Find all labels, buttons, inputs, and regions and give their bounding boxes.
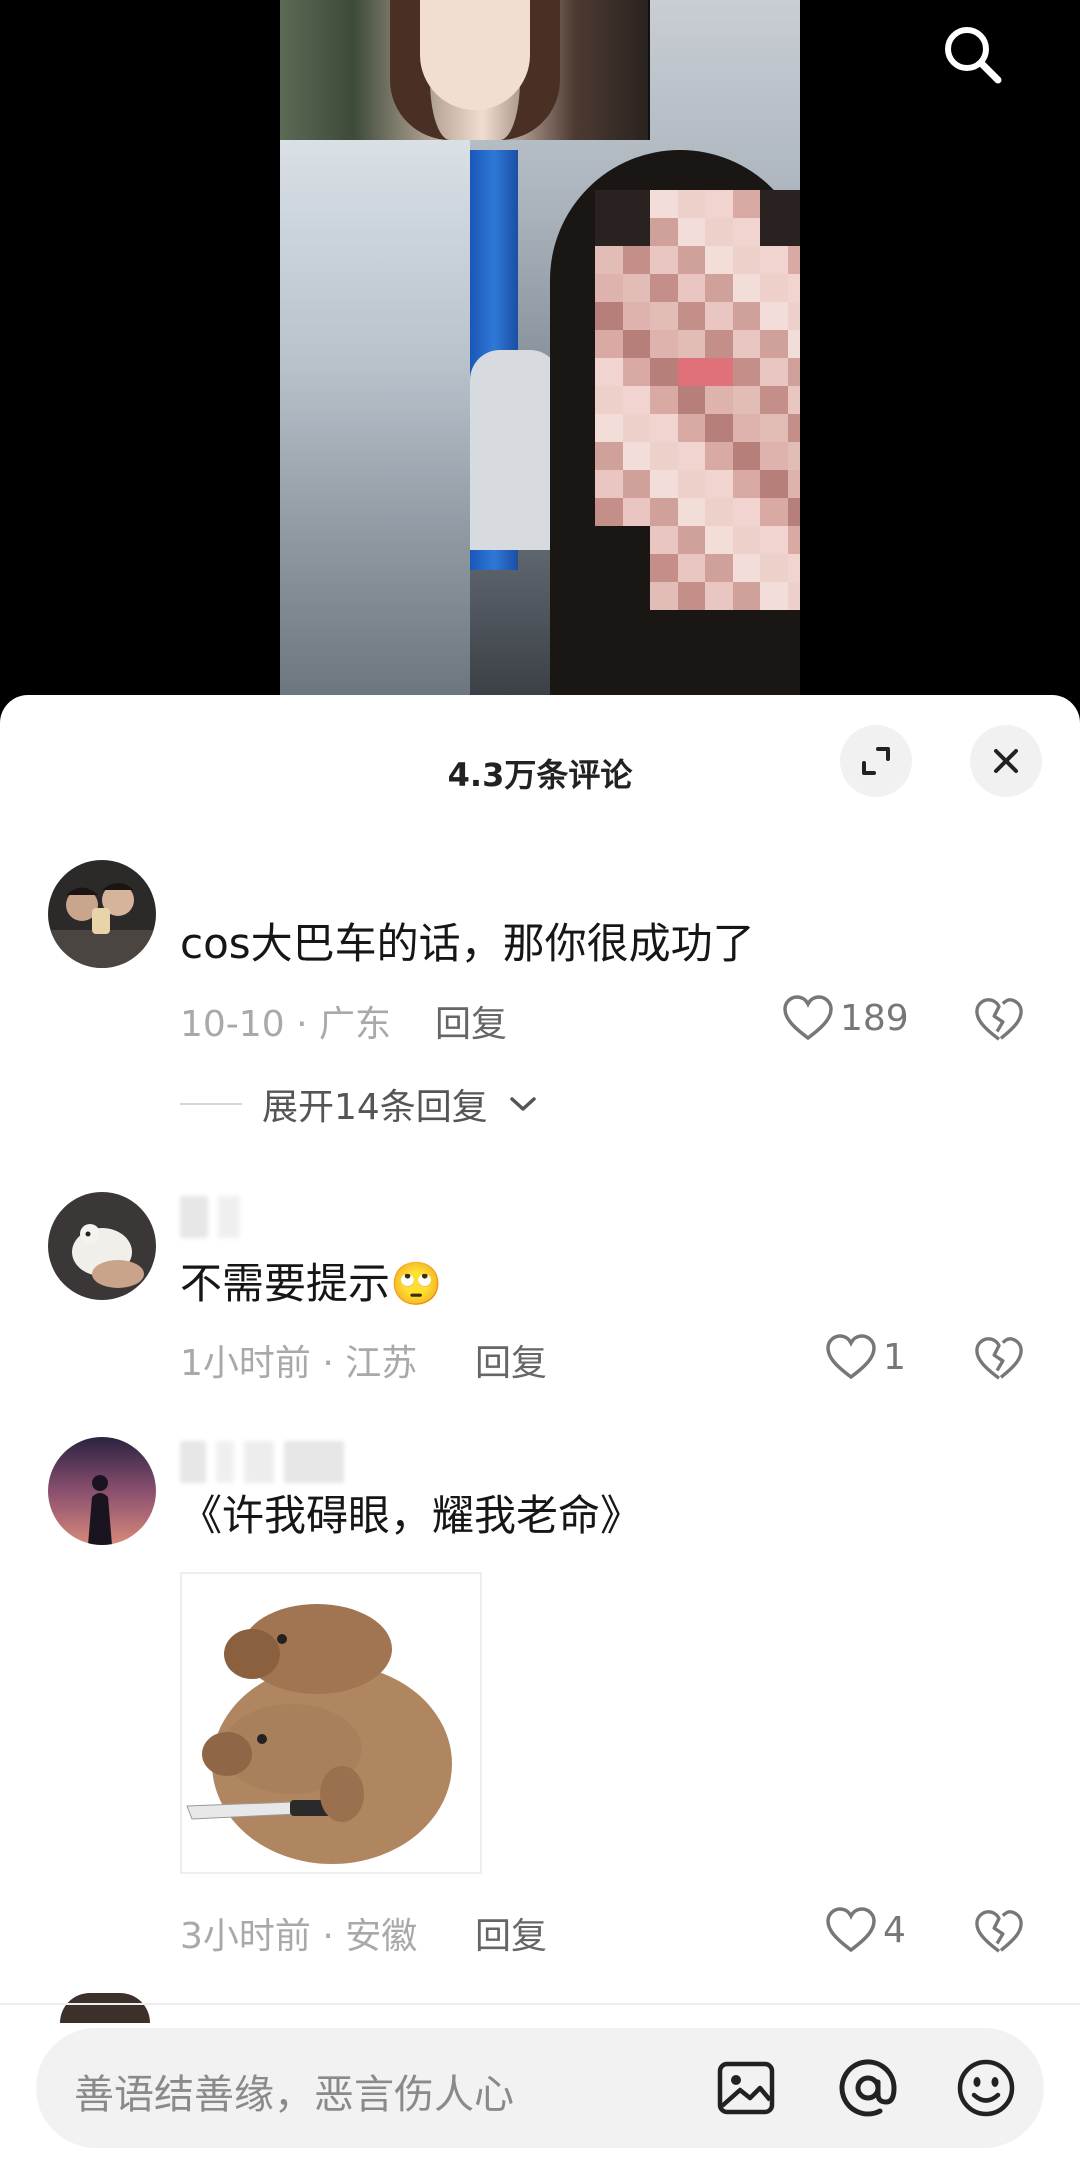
video-bus-window xyxy=(280,140,470,700)
image-icon[interactable] xyxy=(714,2056,778,2120)
like-button[interactable]: 189 xyxy=(782,993,909,1043)
like-button[interactable]: 1 xyxy=(825,1332,906,1382)
close-icon xyxy=(994,749,1018,773)
comment-meta: 1小时前 · 江苏 xyxy=(180,1343,418,1384)
comments-sheet: 4.3万条评论 cos大巴车的话，那你很成功了 10-10 · 广东 回复 18… xyxy=(0,695,1080,2180)
video-frame xyxy=(280,0,800,700)
reply-button[interactable]: 回复 xyxy=(435,995,507,1047)
heart-icon xyxy=(826,1907,876,1953)
broken-heart-icon[interactable] xyxy=(974,1907,1024,1957)
comment-date: 10-10 xyxy=(180,1004,285,1045)
comment-input-placeholder[interactable]: 善语结善缘，恶言伤人心 xyxy=(74,2062,514,2120)
video-player[interactable] xyxy=(0,0,1080,700)
comment-location: 江苏 xyxy=(345,1343,418,1384)
comment-text: 《许我碍眼，耀我老命》 xyxy=(180,1491,643,1540)
comment-location: 安徽 xyxy=(345,1916,418,1957)
like-count: 1 xyxy=(883,1336,906,1378)
expand-icon xyxy=(862,747,890,775)
video-pip-overlay xyxy=(280,0,650,140)
expand-replies-label: 展开14条回复 xyxy=(262,1087,488,1128)
username-blurred xyxy=(180,1437,344,1487)
like-button[interactable]: 4 xyxy=(825,1905,906,1955)
chevron-down-icon xyxy=(510,1097,536,1111)
username-blurred xyxy=(180,1192,240,1242)
search-icon[interactable] xyxy=(940,22,1004,86)
video-seat xyxy=(470,350,560,550)
like-count: 4 xyxy=(883,1909,906,1951)
capybara-with-knife-sticker[interactable] xyxy=(180,1572,482,1874)
reply-button[interactable]: 回复 xyxy=(475,1907,547,1959)
comment-meta: 10-10 · 广东 xyxy=(180,1004,391,1045)
broken-heart-icon[interactable] xyxy=(974,1334,1024,1384)
reply-button[interactable]: 回复 xyxy=(475,1334,547,1386)
video-person xyxy=(550,150,800,700)
comment-text: 不需要提示🙄 xyxy=(180,1259,443,1308)
divider xyxy=(0,2003,1080,2005)
avatar[interactable] xyxy=(48,1192,156,1300)
broken-heart-icon[interactable] xyxy=(974,995,1024,1045)
at-icon[interactable] xyxy=(836,2056,900,2120)
comments-count-title: 4.3万条评论 xyxy=(447,756,633,794)
expand-replies-button[interactable]: 展开14条回复 xyxy=(180,1078,538,1130)
comment-date: 3小时前 xyxy=(180,1916,311,1957)
avatar[interactable] xyxy=(60,1993,150,2023)
emoji-icon[interactable] xyxy=(954,2056,1018,2120)
like-count: 189 xyxy=(840,997,909,1039)
avatar[interactable] xyxy=(48,860,156,968)
comment-input-bar[interactable]: 善语结善缘，恶言伤人心 xyxy=(36,2028,1044,2148)
pixelated-face xyxy=(595,190,800,610)
eye-roll-emoji-icon: 🙄 xyxy=(390,1259,443,1308)
comment-date: 1小时前 xyxy=(180,1343,311,1384)
avatar[interactable] xyxy=(48,1437,156,1545)
heart-icon xyxy=(783,995,833,1041)
expand-button[interactable] xyxy=(840,725,912,797)
comment-meta: 3小时前 · 安徽 xyxy=(180,1916,418,1957)
heart-icon xyxy=(826,1334,876,1380)
close-button[interactable] xyxy=(970,725,1042,797)
comment-location: 广东 xyxy=(318,1004,391,1045)
comment-text: cos大巴车的话，那你很成功了 xyxy=(180,919,755,968)
